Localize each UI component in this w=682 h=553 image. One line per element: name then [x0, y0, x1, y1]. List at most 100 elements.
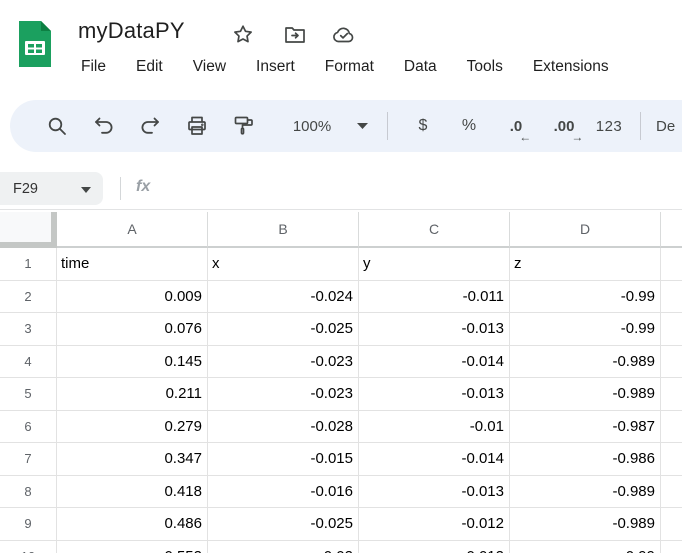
name-box[interactable]: F29 — [0, 172, 103, 205]
row-header[interactable]: 9 — [0, 508, 57, 541]
sheet-row-6: 6 0.279 -0.028 -0.01 -0.987 — [0, 411, 682, 444]
cell-c7[interactable]: -0.014 — [359, 443, 510, 476]
cell-d10[interactable]: -0.99 — [510, 541, 661, 553]
column-header-d[interactable]: D — [510, 212, 661, 248]
menu-extensions[interactable]: Extensions — [533, 58, 609, 76]
row-header[interactable]: 1 — [0, 248, 57, 281]
undo-icon[interactable] — [90, 100, 118, 152]
cell-e4-partial[interactable] — [661, 346, 682, 379]
menu-file[interactable]: File — [81, 58, 106, 76]
cell-c8[interactable]: -0.013 — [359, 476, 510, 509]
cell-b2[interactable]: -0.024 — [208, 281, 359, 314]
left-arrow-icon: ← — [519, 131, 531, 143]
cell-b10[interactable]: -0.02 — [208, 541, 359, 553]
cell-b5[interactable]: -0.023 — [208, 378, 359, 411]
cell-b8[interactable]: -0.016 — [208, 476, 359, 509]
cell-a9[interactable]: 0.486 — [57, 508, 208, 541]
cell-e7-partial[interactable] — [661, 443, 682, 476]
zoom-caret-icon[interactable] — [352, 100, 372, 152]
menu-insert[interactable]: Insert — [256, 58, 295, 76]
name-box-caret-icon[interactable] — [81, 180, 91, 198]
cell-d7[interactable]: -0.986 — [510, 443, 661, 476]
cell-c3[interactable]: -0.013 — [359, 313, 510, 346]
cell-a2[interactable]: 0.009 — [57, 281, 208, 314]
document-title[interactable]: myDataPY — [78, 18, 185, 44]
cell-d4[interactable]: -0.989 — [510, 346, 661, 379]
row-header[interactable]: 8 — [0, 476, 57, 509]
star-icon[interactable] — [230, 22, 256, 48]
format-currency-button[interactable]: $ — [409, 100, 437, 152]
cell-e6-partial[interactable] — [661, 411, 682, 444]
sheet-grid: A B C D 1 time x y z 2 0.009 -0.024 -0.0… — [0, 212, 682, 553]
column-header-c[interactable]: C — [359, 212, 510, 248]
cell-c4[interactable]: -0.014 — [359, 346, 510, 379]
cell-e3-partial[interactable] — [661, 313, 682, 346]
format-percent-button[interactable]: % — [455, 100, 483, 152]
menu-edit[interactable]: Edit — [136, 58, 163, 76]
more-formats-button[interactable]: 123 — [593, 100, 625, 152]
row-header[interactable]: 3 — [0, 313, 57, 346]
cell-e5-partial[interactable] — [661, 378, 682, 411]
menu-data[interactable]: Data — [404, 58, 437, 76]
sheets-logo-icon[interactable] — [17, 19, 53, 69]
cell-a3[interactable]: 0.076 — [57, 313, 208, 346]
cell-c6[interactable]: -0.01 — [359, 411, 510, 444]
font-selector-partial[interactable]: De — [656, 100, 682, 152]
cell-a4[interactable]: 0.145 — [57, 346, 208, 379]
cell-c1[interactable]: y — [359, 248, 510, 281]
search-icon[interactable] — [43, 100, 71, 152]
zoom-level[interactable]: 100% — [282, 100, 342, 152]
increase-decimal-button[interactable]: .00→ — [545, 100, 583, 152]
cell-b3[interactable]: -0.025 — [208, 313, 359, 346]
column-header-b[interactable]: B — [208, 212, 359, 248]
cell-b9[interactable]: -0.025 — [208, 508, 359, 541]
cell-a6[interactable]: 0.279 — [57, 411, 208, 444]
cell-b6[interactable]: -0.028 — [208, 411, 359, 444]
menu-bar: File Edit View Insert Format Data Tools … — [81, 58, 609, 76]
cell-d1[interactable]: z — [510, 248, 661, 281]
fx-icon[interactable]: fx — [136, 178, 150, 196]
redo-icon[interactable] — [136, 100, 164, 152]
cell-a1[interactable]: time — [57, 248, 208, 281]
cell-a8[interactable]: 0.418 — [57, 476, 208, 509]
cell-a10[interactable]: 0.552 — [57, 541, 208, 553]
decrease-decimal-button[interactable]: .0← — [498, 100, 534, 152]
cell-c5[interactable]: -0.013 — [359, 378, 510, 411]
cell-d9[interactable]: -0.989 — [510, 508, 661, 541]
menu-tools[interactable]: Tools — [467, 58, 503, 76]
cell-b1[interactable]: x — [208, 248, 359, 281]
cell-d2[interactable]: -0.99 — [510, 281, 661, 314]
formula-bar-divider — [120, 177, 121, 200]
row-header[interactable]: 4 — [0, 346, 57, 379]
row-header[interactable]: 7 — [0, 443, 57, 476]
cell-c2[interactable]: -0.011 — [359, 281, 510, 314]
cell-b7[interactable]: -0.015 — [208, 443, 359, 476]
cell-a7[interactable]: 0.347 — [57, 443, 208, 476]
menu-view[interactable]: View — [193, 58, 226, 76]
row-header[interactable]: 10 — [0, 541, 57, 553]
cell-d8[interactable]: -0.989 — [510, 476, 661, 509]
move-to-folder-icon[interactable] — [282, 22, 308, 48]
row-header[interactable]: 6 — [0, 411, 57, 444]
cloud-saved-icon[interactable] — [331, 22, 357, 48]
cell-e10-partial[interactable] — [661, 541, 682, 553]
cell-d3[interactable]: -0.99 — [510, 313, 661, 346]
cell-e8-partial[interactable] — [661, 476, 682, 509]
column-header-e-partial[interactable] — [661, 212, 682, 248]
cell-d6[interactable]: -0.987 — [510, 411, 661, 444]
cell-c9[interactable]: -0.012 — [359, 508, 510, 541]
cell-e9-partial[interactable] — [661, 508, 682, 541]
cell-d5[interactable]: -0.989 — [510, 378, 661, 411]
cell-b4[interactable]: -0.023 — [208, 346, 359, 379]
select-all-corner[interactable] — [0, 212, 57, 248]
row-header[interactable]: 2 — [0, 281, 57, 314]
paint-format-icon[interactable] — [230, 100, 258, 152]
row-header[interactable]: 5 — [0, 378, 57, 411]
cell-e2-partial[interactable] — [661, 281, 682, 314]
menu-format[interactable]: Format — [325, 58, 374, 76]
print-icon[interactable] — [183, 100, 211, 152]
cell-e1-partial[interactable] — [661, 248, 682, 281]
cell-a5[interactable]: 0.211 — [57, 378, 208, 411]
column-header-a[interactable]: A — [57, 212, 208, 248]
cell-c10[interactable]: -0.012 — [359, 541, 510, 553]
